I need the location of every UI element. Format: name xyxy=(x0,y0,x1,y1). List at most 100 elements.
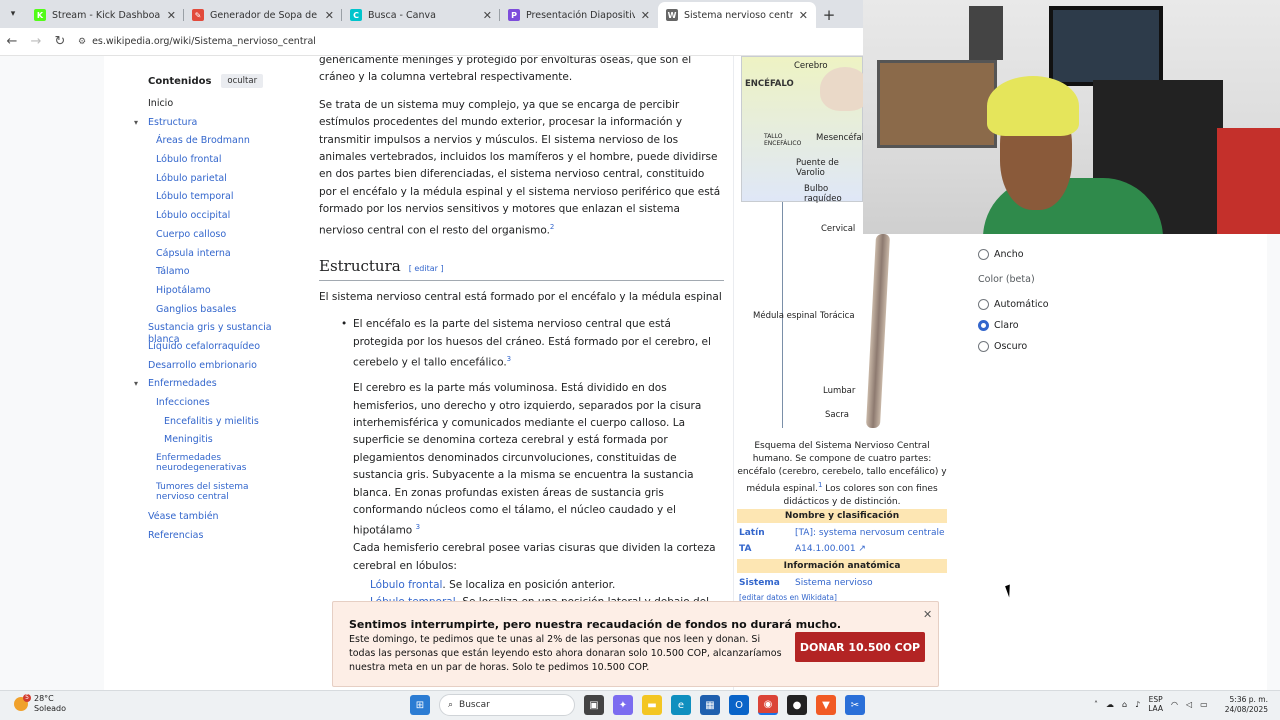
edge-icon[interactable]: e xyxy=(671,695,691,715)
infobox-row-value[interactable]: [TA]: systema nervosum centrale xyxy=(795,525,947,541)
tab-0[interactable]: K Stream - Kick Dashboard ✕ xyxy=(26,2,184,28)
toc-item[interactable]: Infecciones xyxy=(134,397,304,416)
toc-item[interactable]: Inicio xyxy=(134,98,304,117)
color-radio[interactable] xyxy=(978,299,989,310)
toc-item[interactable]: Lóbulo temporal xyxy=(134,191,304,210)
onedrive-icon[interactable]: ☁ xyxy=(1106,700,1114,709)
infobox-row-key[interactable]: TA xyxy=(737,541,795,557)
tab-close-icon[interactable]: ✕ xyxy=(641,9,650,22)
wifi-icon[interactable]: ◠ xyxy=(1171,700,1178,709)
toc-item[interactable]: Hipotálamo xyxy=(134,285,304,304)
ref-3[interactable]: 3 xyxy=(507,355,511,363)
network-icon[interactable]: ⌂ xyxy=(1122,700,1127,709)
infobox-row: Sistema Sistema nervioso xyxy=(737,575,947,591)
toc-item-label: Cápsula interna xyxy=(156,247,231,259)
infobox-caption: Esquema del Sistema Nervioso Central hum… xyxy=(737,440,947,509)
option-ancho[interactable]: Ancho xyxy=(978,244,1158,265)
tab-3[interactable]: P Presentación Diapositivas Biolo ✕ xyxy=(500,2,658,28)
toc-item[interactable]: Áreas de Brodmann xyxy=(134,135,304,154)
color-radio[interactable] xyxy=(978,320,989,331)
mic-icon[interactable]: ♪ xyxy=(1135,700,1140,709)
clock[interactable]: 5:36 p. m. 24/08/2025 xyxy=(1208,695,1268,715)
color-option[interactable]: Oscuro xyxy=(978,336,1158,357)
infobox-row-value[interactable]: Sistema nervioso xyxy=(795,575,947,591)
new-tab-button[interactable]: + xyxy=(816,2,842,28)
battery-icon[interactable]: ▭ xyxy=(1200,700,1208,709)
color-option[interactable]: Claro xyxy=(978,315,1158,336)
toc-item[interactable]: Tálamo xyxy=(134,266,304,285)
ref-2[interactable]: 2 xyxy=(550,223,554,231)
tab-favicon-icon: ✎ xyxy=(192,9,204,21)
toc-item-label: Referencias xyxy=(148,529,204,541)
taskbar-search[interactable]: ⌕ Buscar xyxy=(439,694,575,716)
toc-item[interactable]: Lóbulo parietal xyxy=(134,173,304,192)
toc-item[interactable]: Tumores del sistema nervioso central xyxy=(134,482,304,511)
infobox-table: Nombre y clasificación Latín [TA]: system… xyxy=(737,509,947,602)
infobox-row-key[interactable]: Latín xyxy=(737,525,795,541)
tab-2[interactable]: C Busca - Canva ✕ xyxy=(342,2,500,28)
chrome-icon[interactable]: ◉ xyxy=(758,695,778,715)
structure-paragraph: El sistema nervioso central está formado… xyxy=(319,289,724,306)
color-radio[interactable] xyxy=(978,341,989,352)
tab-close-icon[interactable]: ✕ xyxy=(167,9,176,22)
banner-close-icon[interactable]: ✕ xyxy=(923,608,932,621)
language-indicator[interactable]: ESP LAA xyxy=(1148,695,1163,713)
toc-item[interactable]: Ganglios basales xyxy=(134,304,304,323)
toc-item[interactable]: Cuerpo calloso xyxy=(134,229,304,248)
toc-hide-button[interactable]: ocultar xyxy=(221,74,264,88)
start-button-icon[interactable]: ⊞ xyxy=(410,695,430,715)
toc-item[interactable]: Enfermedades neurodegenerativas xyxy=(134,453,304,482)
tab-1[interactable]: ✎ Generador de Sopa de Letras - ✕ xyxy=(184,2,342,28)
toc-item[interactable]: Cápsula interna xyxy=(134,248,304,267)
toc-item[interactable]: Véase también xyxy=(134,511,304,530)
toc-item[interactable]: ▾ Estructura xyxy=(134,117,304,136)
webcam-boxes xyxy=(1217,128,1280,234)
tab-close-icon[interactable]: ✕ xyxy=(325,9,334,22)
store-icon[interactable]: ▦ xyxy=(700,695,720,715)
volume-icon[interactable]: ◁ xyxy=(1186,700,1192,709)
lobe-link[interactable]: Lóbulo frontal xyxy=(370,579,442,591)
toc-item[interactable]: Sustancia gris y sustancia blanca xyxy=(134,322,304,345)
radio-ancho[interactable] xyxy=(978,249,989,260)
brave-icon[interactable]: ▼ xyxy=(816,695,836,715)
toc-item[interactable]: Lóbulo occipital xyxy=(134,210,304,229)
infobox-row-key[interactable]: Sistema xyxy=(737,575,795,591)
reload-button[interactable]: ↻ xyxy=(48,34,72,49)
tab-4[interactable]: W Sistema nervioso central - Wiki ✕ xyxy=(658,2,816,28)
copilot-icon[interactable]: ✦ xyxy=(613,695,633,715)
toc-item[interactable]: ▾ Enfermedades xyxy=(134,378,304,397)
obs-icon[interactable]: ● xyxy=(787,695,807,715)
taskbar: 5 28°C Soleado ⊞ ⌕ Buscar ▣ ✦ ▬ e ▦ O ◉ ● … xyxy=(0,690,1280,720)
tray-overflow-icon[interactable]: ˄ xyxy=(1094,700,1098,709)
toc-item-label: Lóbulo temporal xyxy=(156,191,234,203)
infobox-row-value[interactable]: A14.1.00.001 ↗ xyxy=(795,541,947,557)
task-view-icon[interactable]: ▣ xyxy=(584,695,604,715)
toc-item[interactable]: Lóbulo frontal xyxy=(134,154,304,173)
toc-item-label: Líquido cefalorraquídeo xyxy=(148,340,261,352)
toc-item[interactable]: Meningitis xyxy=(134,434,304,453)
color-option-label: Oscuro xyxy=(994,341,1028,352)
toc-item[interactable]: Encefalitis y mielitis xyxy=(134,416,304,435)
color-option[interactable]: Automático xyxy=(978,294,1158,315)
toc-toggle-icon[interactable]: ▾ xyxy=(134,378,148,390)
toc-item[interactable]: Líquido cefalorraquídeo xyxy=(134,341,304,360)
tab-close-icon[interactable]: ✕ xyxy=(483,9,492,22)
outlook-icon[interactable]: O xyxy=(729,695,749,715)
tab-search-button[interactable]: ▾ xyxy=(0,0,26,28)
ref-3b[interactable]: 3 xyxy=(416,523,420,531)
url-field[interactable]: ⚙ es.wikipedia.org/wiki/Sistema_nervioso… xyxy=(78,36,316,47)
edit-section-link[interactable]: [ editar ] xyxy=(409,264,444,273)
brain-diagram[interactable]: Cerebro ENCÉFALO TALLO ENCEFÁLICO Mesenc… xyxy=(741,56,870,204)
donate-button[interactable]: DONAR 10.500 COP xyxy=(795,632,925,662)
file-explorer-icon[interactable]: ▬ xyxy=(642,695,662,715)
site-info-icon[interactable]: ⚙ xyxy=(78,37,86,47)
toc-item[interactable]: Referencias xyxy=(134,530,304,549)
weather-widget[interactable]: 5 28°C Soleado xyxy=(14,694,66,714)
snipping-tool-icon[interactable]: ✂ xyxy=(845,695,865,715)
tab-close-icon[interactable]: ✕ xyxy=(799,9,808,22)
toc-toggle-icon[interactable]: ▾ xyxy=(134,117,148,129)
toc-item[interactable]: Desarrollo embrionario xyxy=(134,360,304,379)
forward-button[interactable]: → xyxy=(24,34,48,49)
search-icon: ⌕ xyxy=(448,700,454,710)
back-button[interactable]: ← xyxy=(0,34,24,49)
